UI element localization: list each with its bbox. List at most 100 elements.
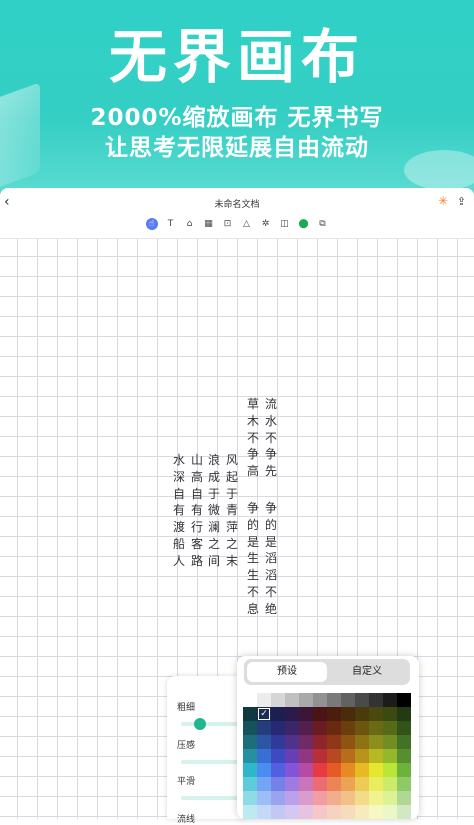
color-swatch[interactable] [397, 707, 411, 721]
color-swatch[interactable] [257, 721, 271, 735]
document-title[interactable]: 未命名文档 [0, 197, 474, 210]
color-swatch[interactable] [355, 805, 369, 819]
color-swatch[interactable] [341, 721, 355, 735]
color-swatch[interactable] [327, 805, 341, 819]
color-swatch[interactable] [383, 693, 397, 707]
color-swatch[interactable]: ✓ [257, 707, 271, 721]
color-swatch[interactable] [285, 735, 299, 749]
color-swatch[interactable] [355, 707, 369, 721]
image-tool-icon[interactable]: ⌂ [184, 218, 196, 230]
color-swatch[interactable] [243, 749, 257, 763]
thickness-slider[interactable] [181, 722, 241, 726]
color-swatch[interactable] [383, 749, 397, 763]
color-swatch[interactable] [299, 749, 313, 763]
color-swatch[interactable] [369, 693, 383, 707]
color-swatch[interactable] [313, 693, 327, 707]
color-swatch[interactable] [383, 707, 397, 721]
color-swatch[interactable] [271, 791, 285, 805]
color-swatch[interactable] [369, 791, 383, 805]
color-swatch[interactable] [341, 763, 355, 777]
shape-tool-icon[interactable]: △ [241, 218, 253, 230]
color-swatch[interactable] [271, 707, 285, 721]
hand-tool-icon[interactable]: ☝ [145, 218, 158, 230]
thickness-slider-thumb[interactable] [194, 718, 206, 730]
color-swatch[interactable] [327, 707, 341, 721]
color-swatch[interactable] [355, 721, 369, 735]
color-swatch[interactable] [341, 791, 355, 805]
color-swatch[interactable] [369, 763, 383, 777]
color-swatch[interactable] [243, 805, 257, 819]
color-swatch[interactable] [327, 721, 341, 735]
color-swatch[interactable] [341, 707, 355, 721]
color-swatch[interactable] [285, 791, 299, 805]
color-swatch[interactable] [299, 763, 313, 777]
color-swatch[interactable] [299, 693, 313, 707]
color-swatch[interactable] [369, 777, 383, 791]
color-swatch[interactable] [369, 805, 383, 819]
color-swatch[interactable] [299, 777, 313, 791]
color-swatch[interactable] [355, 791, 369, 805]
color-swatch[interactable] [285, 777, 299, 791]
color-swatch[interactable] [257, 791, 271, 805]
color-swatch[interactable] [271, 721, 285, 735]
color-swatch[interactable] [355, 749, 369, 763]
color-swatch[interactable] [271, 749, 285, 763]
sticky-note-tool-icon[interactable]: ◫ [279, 218, 291, 230]
color-swatch[interactable] [369, 735, 383, 749]
color-swatch[interactable] [285, 707, 299, 721]
color-swatch[interactable] [243, 693, 257, 707]
color-swatch[interactable] [271, 763, 285, 777]
color-swatch[interactable] [299, 735, 313, 749]
color-swatch[interactable] [285, 693, 299, 707]
color-swatch[interactable] [327, 749, 341, 763]
tab-custom[interactable]: 自定义 [327, 662, 407, 682]
color-swatch[interactable] [355, 763, 369, 777]
color-swatch[interactable] [397, 749, 411, 763]
color-swatch[interactable] [285, 749, 299, 763]
color-swatch[interactable] [383, 805, 397, 819]
color-swatch[interactable] [257, 735, 271, 749]
color-swatch[interactable] [257, 693, 271, 707]
color-swatch[interactable] [383, 735, 397, 749]
color-swatch[interactable] [299, 791, 313, 805]
color-swatch[interactable] [285, 763, 299, 777]
color-swatch[interactable] [313, 707, 327, 721]
pressure-slider[interactable] [181, 760, 241, 764]
color-swatch[interactable] [313, 805, 327, 819]
text-tool-icon[interactable]: T [165, 218, 177, 230]
handwriting-column[interactable]: 流水不争先 [264, 396, 278, 480]
color-swatch[interactable] [341, 735, 355, 749]
color-swatch[interactable] [397, 805, 411, 819]
color-swatch[interactable] [383, 763, 397, 777]
color-swatch[interactable] [285, 721, 299, 735]
color-swatch[interactable] [341, 693, 355, 707]
color-swatch[interactable] [369, 707, 383, 721]
color-swatch[interactable] [327, 777, 341, 791]
color-swatch[interactable] [257, 749, 271, 763]
color-swatch[interactable] [327, 791, 341, 805]
color-swatch[interactable] [397, 693, 411, 707]
color-swatch[interactable] [383, 721, 397, 735]
color-swatch[interactable] [397, 735, 411, 749]
handwriting-column[interactable]: 浪成于微澜之间 [207, 452, 221, 570]
tab-preset[interactable]: 预设 [247, 662, 327, 682]
smoothing-slider[interactable] [181, 796, 241, 800]
table-tool-icon[interactable]: ▦ [203, 218, 215, 230]
color-swatch[interactable] [271, 777, 285, 791]
color-swatch[interactable] [355, 693, 369, 707]
color-swatch[interactable] [257, 777, 271, 791]
color-swatch[interactable] [285, 805, 299, 819]
color-swatch[interactable] [271, 693, 285, 707]
location-tool-icon[interactable]: ⬤ [298, 218, 310, 230]
color-swatch[interactable] [397, 721, 411, 735]
magic-tool-icon[interactable]: ✲ [260, 218, 272, 230]
color-swatch[interactable] [327, 763, 341, 777]
color-swatch[interactable] [397, 791, 411, 805]
color-swatch[interactable] [313, 721, 327, 735]
color-swatch[interactable] [341, 805, 355, 819]
color-swatch[interactable] [369, 721, 383, 735]
color-swatch[interactable] [243, 763, 257, 777]
color-swatch[interactable] [341, 749, 355, 763]
handwriting-column[interactable]: 风起于青萍之末 [225, 452, 239, 570]
color-swatch[interactable] [355, 735, 369, 749]
